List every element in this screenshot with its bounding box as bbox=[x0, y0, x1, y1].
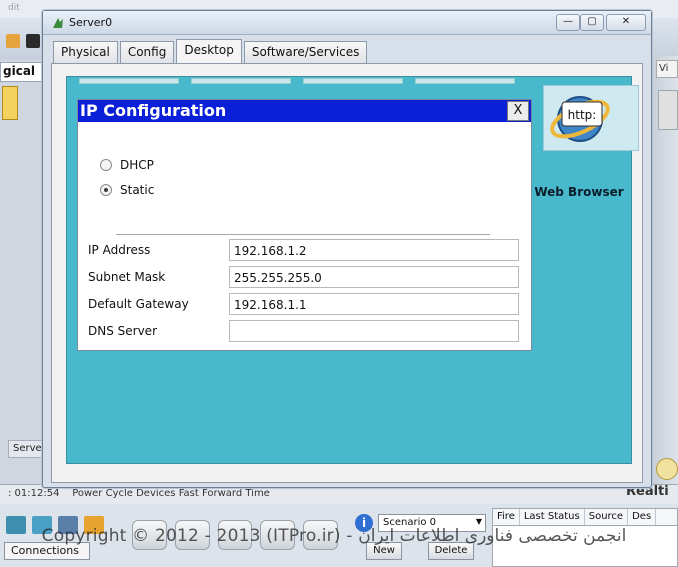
desktop-app-stub[interactable] bbox=[191, 78, 291, 84]
logical-workspace-tab[interactable]: gical bbox=[0, 62, 42, 82]
viewport-button[interactable]: Vi bbox=[656, 60, 678, 78]
tab-content: http: Web Browser IP Configuration X DHC… bbox=[51, 63, 643, 483]
dns-server-field[interactable] bbox=[229, 320, 519, 342]
static-label: Static bbox=[120, 183, 155, 197]
dhcp-label: DHCP bbox=[120, 158, 154, 172]
static-radio[interactable] bbox=[100, 184, 112, 196]
save-icon[interactable] bbox=[26, 34, 40, 48]
clock-icon bbox=[656, 458, 678, 480]
ip-configuration-title: IP Configuration bbox=[80, 101, 227, 120]
desktop-app-stub[interactable] bbox=[303, 78, 403, 84]
pdu-list-header: Fire Last Status Source Des bbox=[492, 508, 678, 526]
copyright-watermark: Copyright © 2012 - 2013 (ITPro.ir) - انج… bbox=[41, 526, 627, 546]
open-folder-icon[interactable] bbox=[6, 34, 20, 48]
web-icon-text: http: bbox=[568, 108, 597, 122]
default-gateway-field[interactable]: 192.168.1.1 bbox=[229, 293, 519, 315]
ip-configuration-header: IP Configuration X bbox=[78, 100, 531, 122]
web-browser-icon: http: bbox=[550, 96, 610, 142]
ip-configuration-panel: IP Configuration X DHCP Static IP Addres… bbox=[77, 99, 532, 351]
close-button[interactable]: ✕ bbox=[606, 14, 646, 31]
simulation-time: : 01:12:54 bbox=[8, 488, 60, 499]
pdu-col-fire[interactable]: Fire bbox=[493, 509, 520, 525]
server0-window: Server0 — ▢ ✕ Physical Config Desktop So… bbox=[42, 10, 652, 488]
web-browser-app[interactable]: http: Web Browser bbox=[529, 85, 639, 215]
desktop-app-stub[interactable] bbox=[79, 78, 179, 84]
server-device-label[interactable]: Serve bbox=[8, 440, 46, 458]
pdu-col-last-status[interactable]: Last Status bbox=[520, 509, 585, 525]
tab-desktop[interactable]: Desktop bbox=[176, 39, 242, 63]
bg-menu-edit[interactable]: dit bbox=[8, 3, 20, 13]
pdu-col-source[interactable]: Source bbox=[585, 509, 629, 525]
tab-physical[interactable]: Physical bbox=[53, 41, 118, 63]
window-titlebar[interactable]: Server0 — ▢ ✕ bbox=[43, 11, 651, 35]
desktop-canvas: http: Web Browser IP Configuration X DHC… bbox=[66, 76, 639, 464]
packet-tracer-app-icon bbox=[53, 18, 63, 28]
desktop-app-stub[interactable] bbox=[415, 78, 515, 84]
pdu-col-destination[interactable]: Des bbox=[628, 509, 657, 525]
static-option[interactable]: Static bbox=[100, 181, 154, 199]
web-browser-label: Web Browser bbox=[534, 185, 624, 199]
minimize-button[interactable]: — bbox=[556, 14, 580, 31]
bg-right-tool[interactable] bbox=[658, 90, 678, 130]
dns-server-label: DNS Server bbox=[88, 324, 157, 338]
subnet-mask-label: Subnet Mask bbox=[88, 270, 166, 284]
default-gateway-label: Default Gateway bbox=[88, 297, 189, 311]
ip-configuration-close-button[interactable]: X bbox=[507, 101, 529, 121]
dhcp-option[interactable]: DHCP bbox=[100, 156, 154, 174]
time-controls[interactable]: Power Cycle Devices Fast Forward Time bbox=[72, 488, 270, 499]
ip-address-label: IP Address bbox=[88, 243, 151, 257]
chevron-down-icon: ▼ bbox=[475, 517, 482, 526]
divider bbox=[116, 234, 490, 235]
web-browser-icon-box[interactable]: http: bbox=[543, 85, 639, 151]
tab-config[interactable]: Config bbox=[119, 41, 175, 63]
tab-software-services[interactable]: Software/Services bbox=[243, 41, 368, 63]
window-tabs: Physical Config Desktop Software/Service… bbox=[53, 39, 369, 63]
dhcp-radio[interactable] bbox=[100, 159, 112, 171]
workspace-device-icon[interactable] bbox=[2, 86, 18, 120]
ip-address-field[interactable]: 192.168.1.2 bbox=[229, 239, 519, 261]
maximize-button[interactable]: ▢ bbox=[580, 14, 604, 31]
subnet-mask-field[interactable]: 255.255.255.0 bbox=[229, 266, 519, 288]
window-title: Server0 bbox=[69, 16, 113, 29]
